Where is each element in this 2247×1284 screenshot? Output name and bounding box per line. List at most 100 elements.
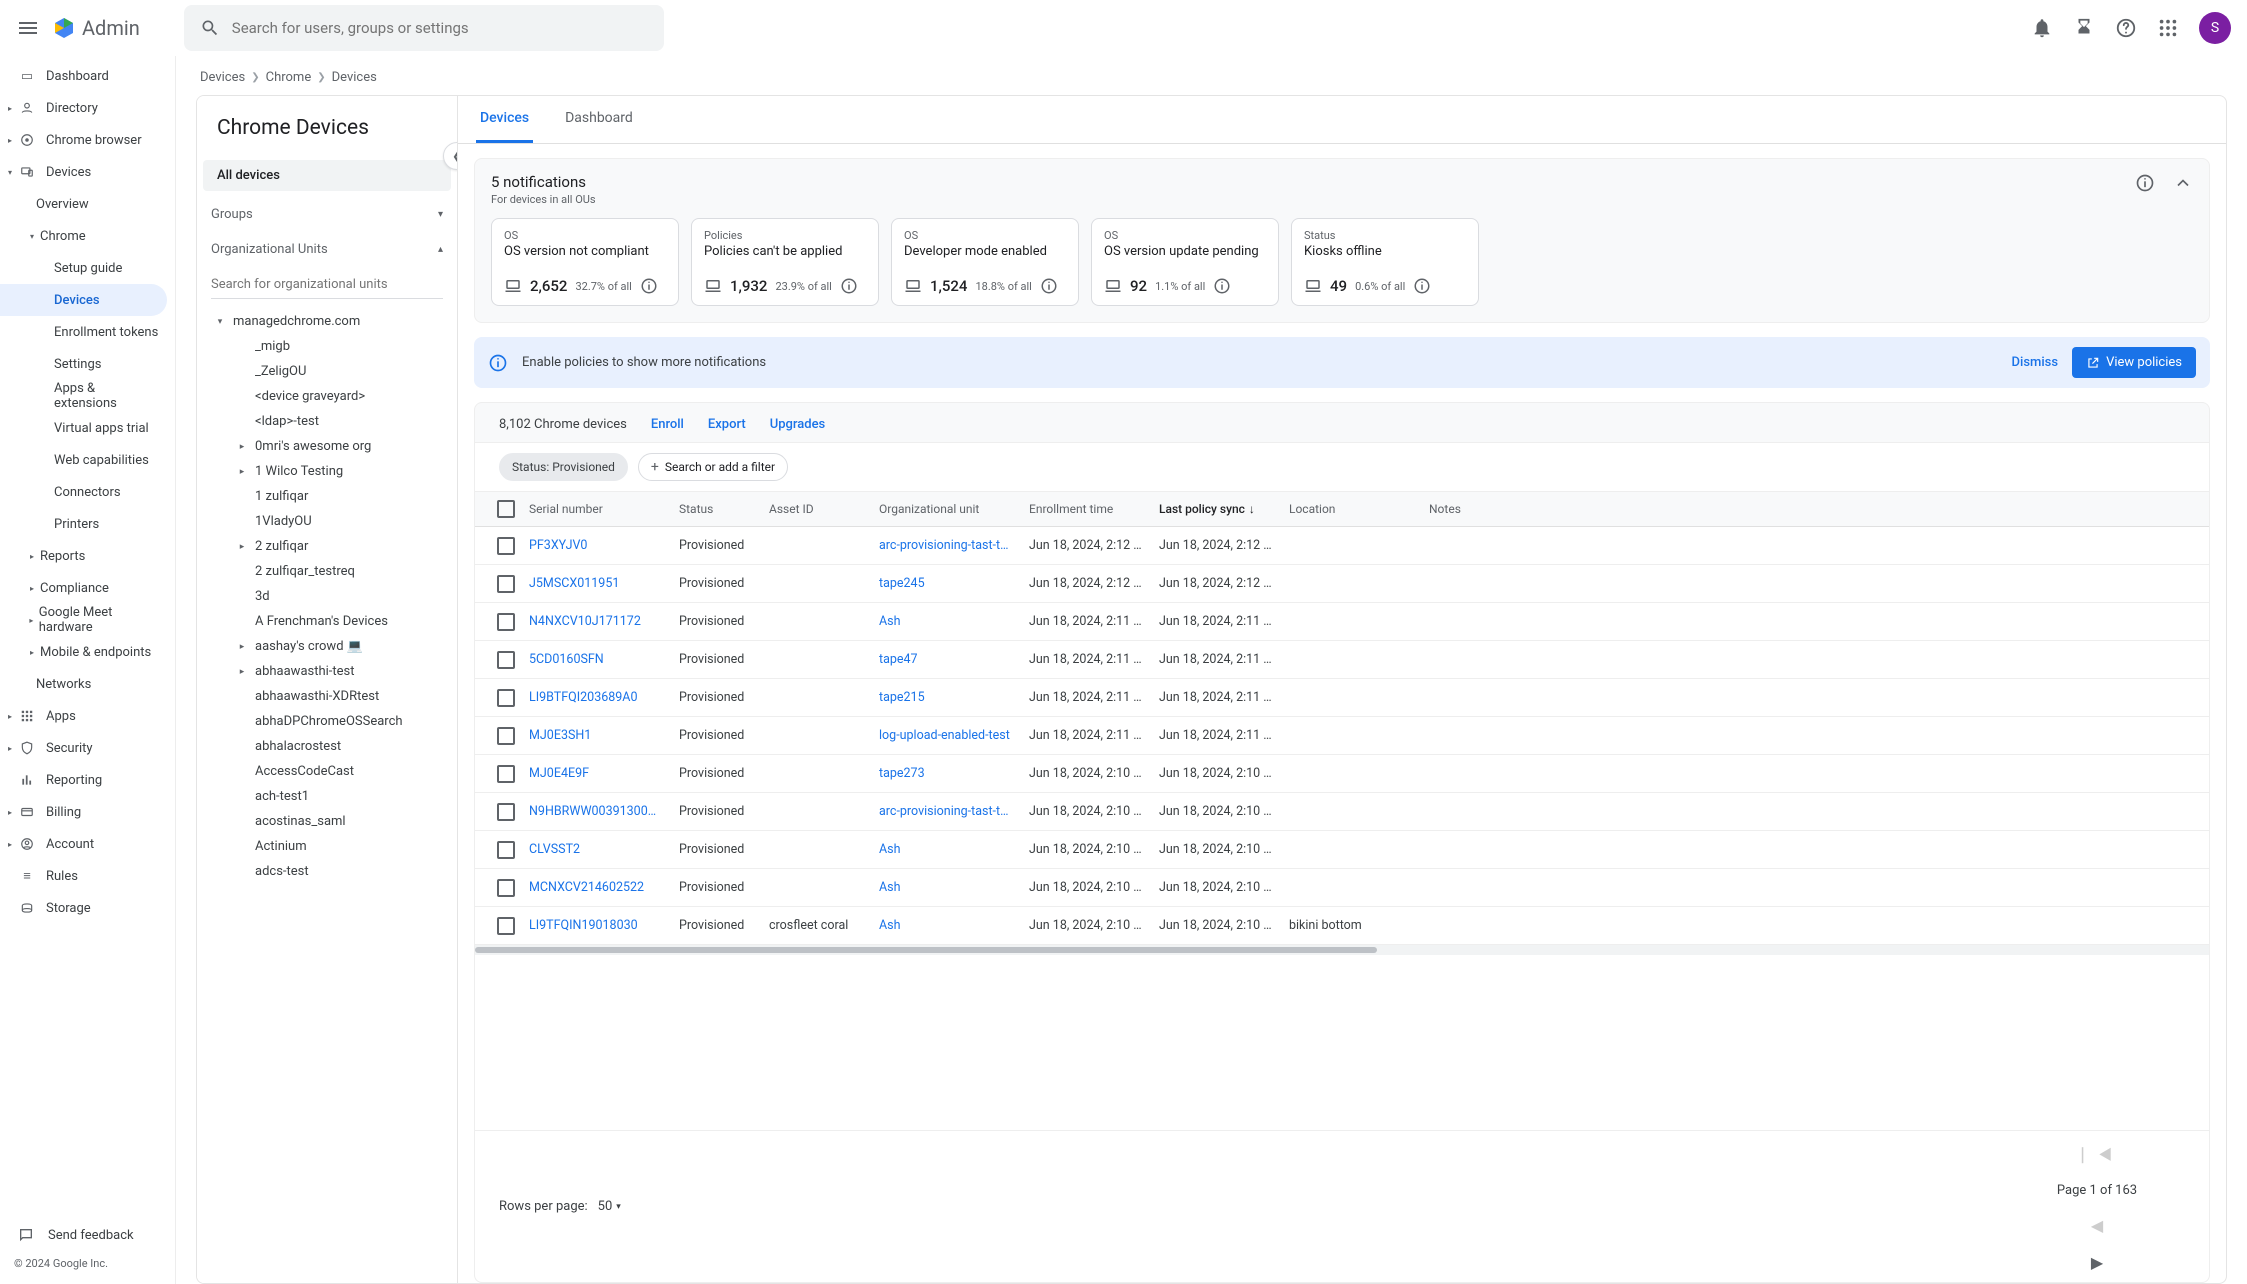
serial-link[interactable]: MJ0E3SH1 (521, 728, 671, 743)
filter-chip-status[interactable]: Status: Provisioned (499, 453, 628, 481)
row-checkbox[interactable] (497, 727, 515, 745)
nav-mobile-endpoints[interactable]: ▸Mobile & endpoints (0, 636, 167, 668)
table-row[interactable]: 5CD0160SFNProvisionedtape47Jun 18, 2024,… (475, 641, 2209, 679)
row-checkbox[interactable] (497, 803, 515, 821)
send-feedback[interactable]: Send feedback (0, 1217, 175, 1253)
apps-grid-icon[interactable] (2157, 17, 2179, 39)
ou-link[interactable]: log-upload-enabled-test (871, 728, 1021, 743)
ou-link[interactable]: tape215 (871, 690, 1021, 705)
nav-compliance[interactable]: ▸Compliance (0, 572, 167, 604)
ou-link[interactable]: Ash (871, 880, 1021, 895)
col-sync[interactable]: Last policy sync↓ (1151, 502, 1281, 516)
groups-section[interactable]: Groups▾ (197, 197, 457, 232)
ou-item[interactable]: ach-test1 (205, 784, 457, 809)
table-row[interactable]: J5MSCX011951Provisionedtape245Jun 18, 20… (475, 565, 2209, 603)
horizontal-scrollbar[interactable] (475, 945, 2209, 955)
hourglass-icon[interactable] (2073, 17, 2095, 39)
nav-apps-extensions[interactable]: Apps & extensions (0, 380, 167, 412)
avatar[interactable]: S (2199, 12, 2231, 44)
nav-apps[interactable]: ▸Apps (0, 700, 167, 732)
col-location[interactable]: Location (1281, 502, 1421, 516)
ou-link[interactable]: Ash (871, 918, 1021, 933)
notification-card[interactable]: OSOS version not compliant2,65232.7% of … (491, 218, 679, 306)
page-first[interactable]: ⎸◀ (2082, 1145, 2112, 1165)
ou-item[interactable]: ▸0mri's awesome org (205, 434, 457, 459)
search-bar[interactable] (184, 5, 664, 51)
info-icon[interactable] (1040, 277, 1058, 295)
ou-item[interactable]: 1 zulfiqar (205, 484, 457, 509)
row-checkbox[interactable] (497, 575, 515, 593)
nav-enrollment-tokens[interactable]: Enrollment tokens (0, 316, 167, 348)
info-icon[interactable] (2135, 173, 2155, 193)
serial-link[interactable]: J5MSCX011951 (521, 576, 671, 591)
nav-account[interactable]: ▸Account (0, 828, 167, 860)
nav-connectors[interactable]: Connectors (0, 476, 167, 508)
notification-card[interactable]: OSOS version update pending921.1% of all (1091, 218, 1279, 306)
serial-link[interactable]: MJ0E4E9F (521, 766, 671, 781)
nav-billing[interactable]: ▸Billing (0, 796, 167, 828)
all-devices-chip[interactable]: All devices (203, 160, 451, 191)
ou-item[interactable]: abhalacrostest (205, 734, 457, 759)
ou-item[interactable]: AccessCodeCast (205, 759, 457, 784)
logo[interactable]: Admin (52, 16, 140, 40)
ou-link[interactable]: Ash (871, 842, 1021, 857)
ou-item[interactable]: A Frenchman's Devices (205, 609, 457, 634)
tab-devices[interactable]: Devices (476, 96, 533, 143)
nav-virtual-apps-trial[interactable]: Virtual apps trial (0, 412, 167, 444)
serial-link[interactable]: LI9BTFQI203689A0 (521, 690, 671, 705)
col-serial[interactable]: Serial number (521, 502, 671, 516)
table-row[interactable]: LI9BTFQI203689A0Provisionedtape215Jun 18… (475, 679, 2209, 717)
nav-overview[interactable]: Overview (0, 188, 167, 220)
dismiss-button[interactable]: Dismiss (2012, 355, 2059, 370)
collapse-icon[interactable]: ▾ (213, 317, 227, 327)
row-checkbox[interactable] (497, 651, 515, 669)
col-notes[interactable]: Notes (1421, 502, 1521, 516)
add-filter-chip[interactable]: +Search or add a filter (638, 453, 788, 481)
ou-item[interactable]: _migb (205, 334, 457, 359)
notification-card[interactable]: PoliciesPolicies can't be applied1,93223… (691, 218, 879, 306)
serial-link[interactable]: LI9TFQIN19018030 (521, 918, 671, 933)
ou-item[interactable]: <device graveyard> (205, 384, 457, 409)
view-policies-button[interactable]: View policies (2072, 347, 2196, 378)
nav-reporting[interactable]: Reporting (0, 764, 167, 796)
ou-link[interactable]: Ash (871, 614, 1021, 629)
nav-settings[interactable]: Settings (0, 348, 167, 380)
expand-icon[interactable]: ▸ (235, 667, 249, 677)
notification-card[interactable]: StatusKiosks offline490.6% of all (1291, 218, 1479, 306)
ou-item[interactable]: adcs-test (205, 859, 457, 884)
serial-link[interactable]: CLVSST2 (521, 842, 671, 857)
serial-link[interactable]: N9HBRWW0039130079D7600 (521, 804, 671, 819)
col-enroll[interactable]: Enrollment time (1021, 502, 1151, 516)
ou-root[interactable]: ▾ managedchrome.com (205, 309, 457, 334)
row-checkbox[interactable] (497, 879, 515, 897)
info-icon[interactable] (1413, 277, 1431, 295)
breadcrumb-item[interactable]: Devices (200, 70, 245, 85)
expand-icon[interactable]: ▸ (235, 442, 249, 452)
info-icon[interactable] (1213, 277, 1231, 295)
search-input[interactable] (232, 19, 648, 37)
nav-reports[interactable]: ▸Reports (0, 540, 167, 572)
ou-item[interactable]: 1VladyOU (205, 509, 457, 534)
info-icon[interactable] (840, 277, 858, 295)
table-row[interactable]: CLVSST2ProvisionedAshJun 18, 2024, 2:10 … (475, 831, 2209, 869)
help-icon[interactable] (2115, 17, 2137, 39)
table-row[interactable]: N4NXCV10J171172ProvisionedAshJun 18, 202… (475, 603, 2209, 641)
row-checkbox[interactable] (497, 841, 515, 859)
bell-icon[interactable] (2031, 17, 2053, 39)
chevron-up-icon[interactable] (2173, 173, 2193, 193)
upgrades-action[interactable]: Upgrades (770, 417, 826, 432)
col-asset[interactable]: Asset ID (761, 502, 871, 516)
expand-icon[interactable]: ▸ (235, 467, 249, 477)
nav-meet-hardware[interactable]: ▸Google Meet hardware (0, 604, 167, 636)
nav-directory[interactable]: ▸Directory (0, 92, 167, 124)
nav-web-capabilities[interactable]: Web capabilities (0, 444, 167, 476)
col-status[interactable]: Status (671, 502, 761, 516)
nav-networks[interactable]: Networks (0, 668, 167, 700)
ou-link[interactable]: tape245 (871, 576, 1021, 591)
menu-icon[interactable] (16, 16, 40, 40)
ou-item[interactable]: <ldap>-test (205, 409, 457, 434)
col-ou[interactable]: Organizational unit (871, 502, 1021, 516)
table-row[interactable]: MCNXCV214602522ProvisionedAshJun 18, 202… (475, 869, 2209, 907)
table-row[interactable]: LI9TFQIN19018030Provisionedcrosfleet cor… (475, 907, 2209, 945)
breadcrumb-item[interactable]: Chrome (266, 70, 312, 85)
